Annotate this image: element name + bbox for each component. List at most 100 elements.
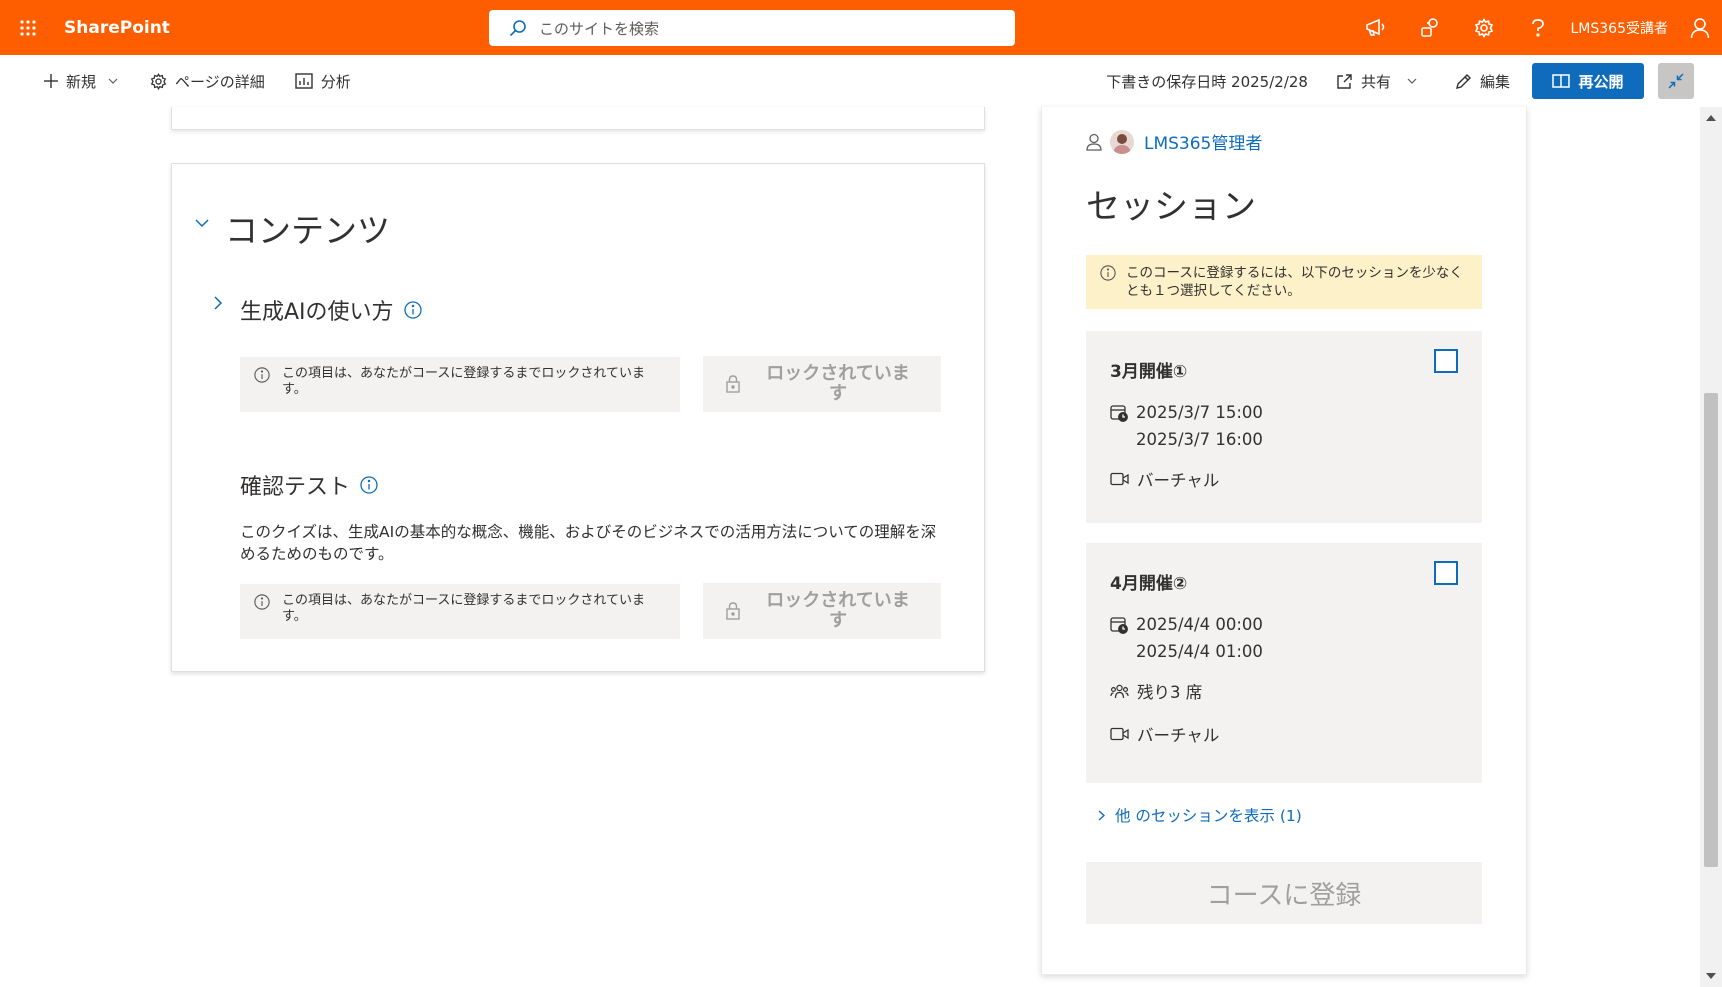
- scrollbar[interactable]: [1700, 107, 1722, 987]
- edit-label: 編集: [1479, 72, 1510, 91]
- locked-button[interactable]: ロックされています: [703, 583, 941, 639]
- locked-button[interactable]: ロックされています: [703, 356, 941, 412]
- draft-status: 下書きの保存日時 2025/2/28: [1106, 72, 1308, 91]
- lock-message-text: この項目は、あなたがコースに登録するまでロックされています。: [282, 366, 645, 397]
- chevron-down-icon[interactable]: [195, 219, 209, 228]
- info-icon[interactable]: [360, 476, 378, 494]
- command-bar: 新規 ページの詳細 分析 下書きの保存日時 2025/2/28 共有 編集 再公…: [0, 55, 1722, 107]
- locked-button-label: ロックされています: [766, 363, 910, 404]
- session-name: 3月開催①: [1110, 362, 1188, 382]
- session-start: 2025/3/7 15:00: [1136, 403, 1263, 422]
- show-more-sessions-label: 他 のセッションを表示 (1): [1115, 807, 1302, 825]
- session-notice: このコースに登録するには、以下のセッションを少なくとも１つ選択してください。: [1086, 255, 1482, 309]
- pencil-icon: [1456, 73, 1471, 89]
- lock-icon: [726, 375, 740, 393]
- calendar-clock-icon: [1110, 405, 1128, 422]
- info-icon: [1100, 265, 1116, 281]
- gear-icon: [150, 72, 167, 90]
- search-icon: [509, 20, 526, 37]
- session-location: バーチャル: [1110, 722, 1219, 749]
- previous-card: [171, 107, 985, 130]
- test-title[interactable]: 確認テスト: [240, 469, 378, 501]
- session-datetime: 2025/3/7 15:00 2025/3/7 16:00: [1110, 399, 1263, 453]
- plus-icon: [44, 74, 58, 88]
- session-item: 3月開催① 2025/3/7 15:00 2025/3/7 16:00 バーチャ…: [1086, 331, 1482, 523]
- session-end: 2025/3/7 16:00: [1136, 430, 1263, 449]
- new-button[interactable]: 新規: [44, 55, 118, 107]
- session-start: 2025/4/4 00:00: [1136, 615, 1263, 634]
- session-item: 4月開催② 2025/4/4 00:00 2025/4/4 01:00 残り3 …: [1086, 543, 1482, 783]
- settings-icon[interactable]: [1457, 0, 1511, 55]
- book-icon: [1552, 74, 1571, 88]
- session-title: セッション: [1086, 187, 1256, 227]
- collapse-icon: [1668, 73, 1684, 89]
- video-icon: [1110, 472, 1129, 486]
- author-link[interactable]: LMS365管理者: [1144, 129, 1262, 154]
- locked-button-label: ロックされています: [766, 590, 910, 631]
- republish-button[interactable]: 再公開: [1532, 63, 1644, 99]
- republish-label: 再公開: [1578, 72, 1624, 91]
- test-description: このクイズは、生成AIの基本的な概念、機能、およびそのビジネスでの活用方法につい…: [240, 523, 937, 563]
- analytics-label: 分析: [320, 72, 351, 91]
- account-icon[interactable]: [1678, 0, 1722, 55]
- item-title-label: 生成AIの使い方: [240, 300, 394, 325]
- page-details-label: ページの詳細: [175, 72, 265, 91]
- test-title-label: 確認テスト: [240, 475, 351, 500]
- chevron-right-icon: [1098, 809, 1105, 821]
- info-icon: [254, 367, 270, 383]
- edit-button[interactable]: 編集: [1455, 55, 1510, 107]
- lock-icon: [726, 602, 740, 620]
- avatar: [1110, 129, 1134, 154]
- video-icon: [1110, 727, 1129, 741]
- chevron-down-icon: [1407, 78, 1417, 84]
- megaphone-icon[interactable]: [1349, 0, 1403, 55]
- suite-header: SharePoint このサイトを検索 LMS365受講者: [0, 0, 1722, 55]
- session-datetime: 2025/4/4 00:00 2025/4/4 01:00: [1110, 611, 1263, 665]
- scroll-down-arrow-icon[interactable]: [1706, 973, 1716, 979]
- chevron-right-icon[interactable]: [214, 296, 223, 310]
- info-icon: [254, 594, 270, 610]
- enroll-button[interactable]: コースに登録: [1086, 862, 1482, 924]
- lock-message: この項目は、あなたがコースに登録するまでロックされています。: [240, 584, 680, 639]
- show-more-sessions-link[interactable]: 他 のセッションを表示 (1): [1098, 804, 1302, 826]
- user-name[interactable]: LMS365受講者: [1571, 18, 1669, 38]
- session-location-label: バーチャル: [1137, 726, 1220, 745]
- scrollbar-thumb[interactable]: [1704, 393, 1718, 867]
- search-box[interactable]: このサイトを検索: [489, 10, 1015, 46]
- item-title[interactable]: 生成AIの使い方: [240, 294, 422, 326]
- lock-message-text: この項目は、あなたがコースに登録するまでロックされています。: [282, 593, 645, 624]
- info-icon[interactable]: [403, 301, 422, 319]
- session-checkbox[interactable]: [1434, 349, 1458, 373]
- lock-message: この項目は、あなたがコースに登録するまでロックされています。: [240, 357, 680, 412]
- session-seats-label: 残り3 席: [1137, 683, 1203, 702]
- content-card: コンテンツ 生成AIの使い方 この項目は、あなたがコースに登録するまでロックされ…: [171, 163, 985, 672]
- session-card: LMS365管理者 セッション このコースに登録するには、以下のセッションを少な…: [1041, 107, 1527, 975]
- page-details-button[interactable]: ページの詳細: [150, 55, 265, 107]
- share-label: 共有: [1360, 72, 1391, 91]
- session-location-label: バーチャル: [1137, 471, 1220, 490]
- session-name: 4月開催②: [1110, 574, 1188, 594]
- app-name[interactable]: SharePoint: [64, 18, 170, 38]
- calendar-clock-icon: [1110, 617, 1128, 634]
- scroll-up-arrow-icon[interactable]: [1706, 115, 1716, 121]
- collapse-button[interactable]: [1658, 63, 1694, 99]
- share-button[interactable]: 共有: [1336, 55, 1417, 107]
- content-title[interactable]: コンテンツ: [225, 204, 390, 252]
- people-icon: [1110, 684, 1129, 699]
- search-input[interactable]: このサイトを検索: [539, 18, 659, 39]
- share-icon: [1337, 73, 1352, 89]
- author: LMS365管理者: [1086, 129, 1262, 154]
- session-seats: 残り3 席: [1110, 679, 1202, 706]
- chart-icon: [295, 73, 313, 89]
- help-icon[interactable]: [1511, 0, 1565, 55]
- session-location: バーチャル: [1110, 467, 1219, 494]
- chevron-down-icon: [108, 78, 118, 84]
- app-launcher-icon[interactable]: [0, 0, 56, 55]
- session-checkbox[interactable]: [1434, 561, 1458, 585]
- session-end: 2025/4/4 01:00: [1136, 642, 1263, 661]
- session-notice-text: このコースに登録するには、以下のセッションを少なくとも１つ選択してください。: [1126, 265, 1463, 299]
- sites-icon[interactable]: [1403, 0, 1457, 55]
- new-label: 新規: [66, 72, 97, 91]
- analytics-button[interactable]: 分析: [295, 55, 351, 107]
- person-icon: [1086, 133, 1102, 151]
